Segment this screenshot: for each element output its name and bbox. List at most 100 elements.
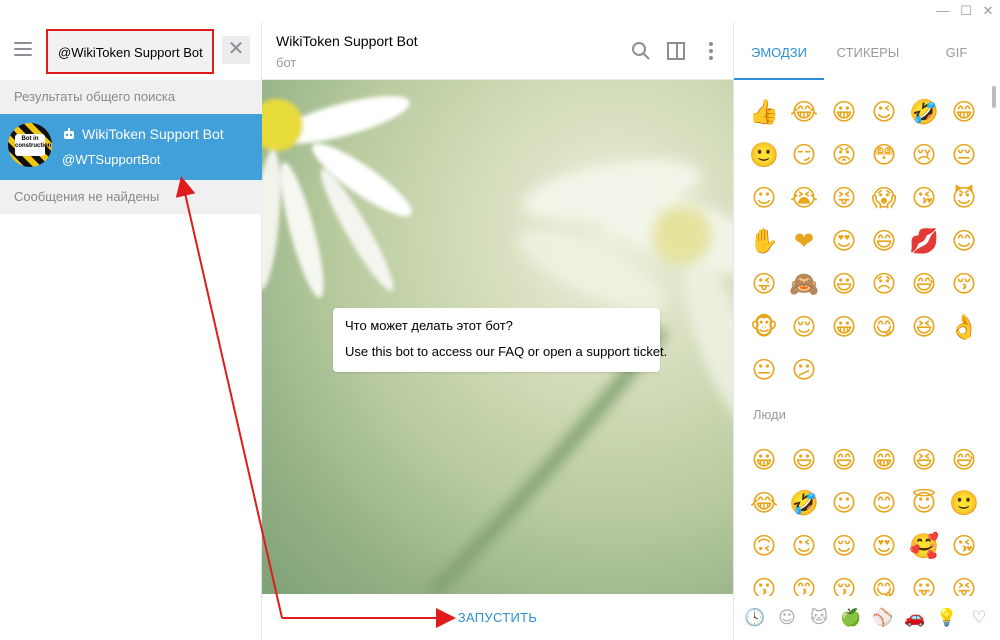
emoji-item[interactable]: 😂 [784,91,824,134]
clock-icon[interactable]: 🕓 [744,607,766,629]
emoji-item[interactable]: 😃 [784,439,824,482]
emoji-item[interactable]: 🙂 [744,134,784,177]
emoji-item[interactable]: 😀 [824,91,864,134]
emoji-item[interactable]: 🙂 [944,482,984,525]
emoji-item[interactable]: 😆 [904,306,944,349]
chat-title[interactable]: WikiToken Support Bot [276,33,418,49]
ball-icon[interactable]: ⚾ [872,607,894,629]
sidebar-toggle-icon[interactable] [665,40,687,62]
emoji-item[interactable]: 😉 [784,525,824,568]
emoji-item[interactable]: 😚 [944,263,984,306]
emoji-item[interactable]: 😏 [784,134,824,177]
emoji-item[interactable]: 😳 [864,134,904,177]
emoji-item[interactable]: 😀 [744,439,784,482]
search-box[interactable] [46,29,214,74]
smile-icon[interactable]: ☺ [776,607,798,629]
emoji-item[interactable]: 😛 [904,568,944,596]
emoji-item[interactable]: 😗 [744,568,784,596]
sidebar-header: ✕ [0,22,262,80]
emoji-item[interactable]: 😐 [744,349,784,392]
emoji-item[interactable]: 😚 [824,568,864,596]
emoji-item[interactable]: 😁 [944,91,984,134]
emoji-panel-tabs: ЭМОДЗИ СТИКЕРЫ GIF [734,22,1000,80]
tab-stickers[interactable]: СТИКЕРЫ [824,45,912,60]
emoji-item[interactable]: 😈 [944,177,984,220]
emoji-item[interactable]: 💋 [904,220,944,263]
emoji-item[interactable]: 😜 [744,263,784,306]
apple-icon[interactable]: 🍏 [840,607,862,629]
minimize-button[interactable]: — [934,2,952,20]
emoji-item[interactable]: 😭 [784,177,824,220]
search-input[interactable] [58,43,208,61]
tab-emoji[interactable]: ЭМОДЗИ [734,45,824,60]
emoji-item[interactable]: 🥰 [904,525,944,568]
emoji-item[interactable]: 😱 [864,177,904,220]
people-section-label: Люди [753,407,786,422]
emoji-item[interactable]: 😃 [824,263,864,306]
close-window-button[interactable]: ✕ [979,2,997,20]
emoji-item[interactable]: 😊 [944,220,984,263]
result-name: WikiToken Support Bot [82,126,224,142]
emoji-item[interactable]: 🐵 [744,306,784,349]
emoji-item[interactable]: 😕 [784,349,824,392]
emoji-item[interactable]: 😡 [824,134,864,177]
emoji-item[interactable]: 😍 [864,525,904,568]
chat-status: бот [276,55,297,70]
emoji-item[interactable]: 😞 [864,263,904,306]
emoji-item[interactable]: ✋ [744,220,784,263]
emoji-item[interactable]: 😅 [944,439,984,482]
emoji-item[interactable]: 😄 [824,439,864,482]
search-result-item[interactable]: Bot in construction WikiToken Support Bo… [0,114,262,180]
heart-icon[interactable]: ♡ [968,607,990,629]
chat-background: Что может делать этот бот? Use this bot … [262,80,733,594]
emoji-item[interactable]: 😢 [904,134,944,177]
no-messages-label: Сообщения не найдены [0,180,262,214]
emoji-item[interactable]: 😍 [824,220,864,263]
start-bot-button[interactable]: ЗАПУСТИТЬ [412,610,583,625]
more-options-icon[interactable] [700,40,722,62]
search-icon[interactable] [630,40,652,62]
emoji-item[interactable]: 😁 [864,439,904,482]
emoji-item[interactable]: 😄 [864,220,904,263]
emoji-item[interactable]: 😂 [744,482,784,525]
emoji-item[interactable]: 😆 [904,439,944,482]
tab-gif[interactable]: GIF [912,45,1000,60]
emoji-item[interactable]: 😋 [864,568,904,596]
emoji-scrollbar[interactable] [992,86,996,108]
global-results-label: Результаты общего поиска [0,80,262,114]
bot-icon [62,127,76,141]
emoji-item[interactable]: 🙈 [784,263,824,306]
emoji-item[interactable]: ☺ [824,482,864,525]
emoji-item[interactable]: 😊 [864,482,904,525]
bulb-icon[interactable]: 💡 [936,607,958,629]
emoji-item[interactable]: 👌 [944,306,984,349]
emoji-item[interactable]: 🤣 [784,482,824,525]
maximize-button[interactable]: ☐ [957,2,975,20]
emoji-item[interactable]: 😝 [824,177,864,220]
emoji-item[interactable]: 😇 [904,482,944,525]
emoji-item[interactable]: 😉 [864,91,904,134]
emoji-scroll-area[interactable]: 👍 😂 😀 😉 🤣 😁 🙂 😏 😡 😳 😢 😔 ☺ 😭 😝 😱 😘 😈 ✋ ❤ 😍 😄 💋 😊 😜 🙈 😃 😞 😅 😚 🐵 😌 😀 😋 😆 👌 😐 😕 Л… [734,80,988,596]
car-icon[interactable]: 🚗 [904,607,926,629]
emoji-category-bar: 🕓 ☺ 🐱 🍏 ⚾ 🚗 💡 ♡ [734,596,1000,640]
emoji-item[interactable]: 😝 [944,568,984,596]
hamburger-menu-icon[interactable] [14,42,32,56]
emoji-item[interactable]: 🤣 [904,91,944,134]
emoji-item[interactable]: 😅 [904,263,944,306]
emoji-item[interactable]: 😋 [864,306,904,349]
emoji-item[interactable]: 😌 [824,525,864,568]
emoji-item[interactable]: 🙃 [744,525,784,568]
emoji-item[interactable]: 😌 [784,306,824,349]
emoji-item[interactable]: 😔 [944,134,984,177]
emoji-item[interactable]: 😀 [824,306,864,349]
emoji-item[interactable]: ☺ [744,177,784,220]
chat-header: WikiToken Support Bot бот [262,22,733,80]
emoji-item[interactable]: 😙 [784,568,824,596]
bot-info-text: Use this bot to access our FAQ or open a… [345,344,668,359]
clear-search-button[interactable]: ✕ [222,36,250,64]
emoji-item[interactable]: 😘 [904,177,944,220]
emoji-item[interactable]: 😘 [944,525,984,568]
cat-icon[interactable]: 🐱 [808,607,830,629]
emoji-item[interactable]: ❤ [784,220,824,263]
emoji-item[interactable]: 👍 [744,91,784,134]
